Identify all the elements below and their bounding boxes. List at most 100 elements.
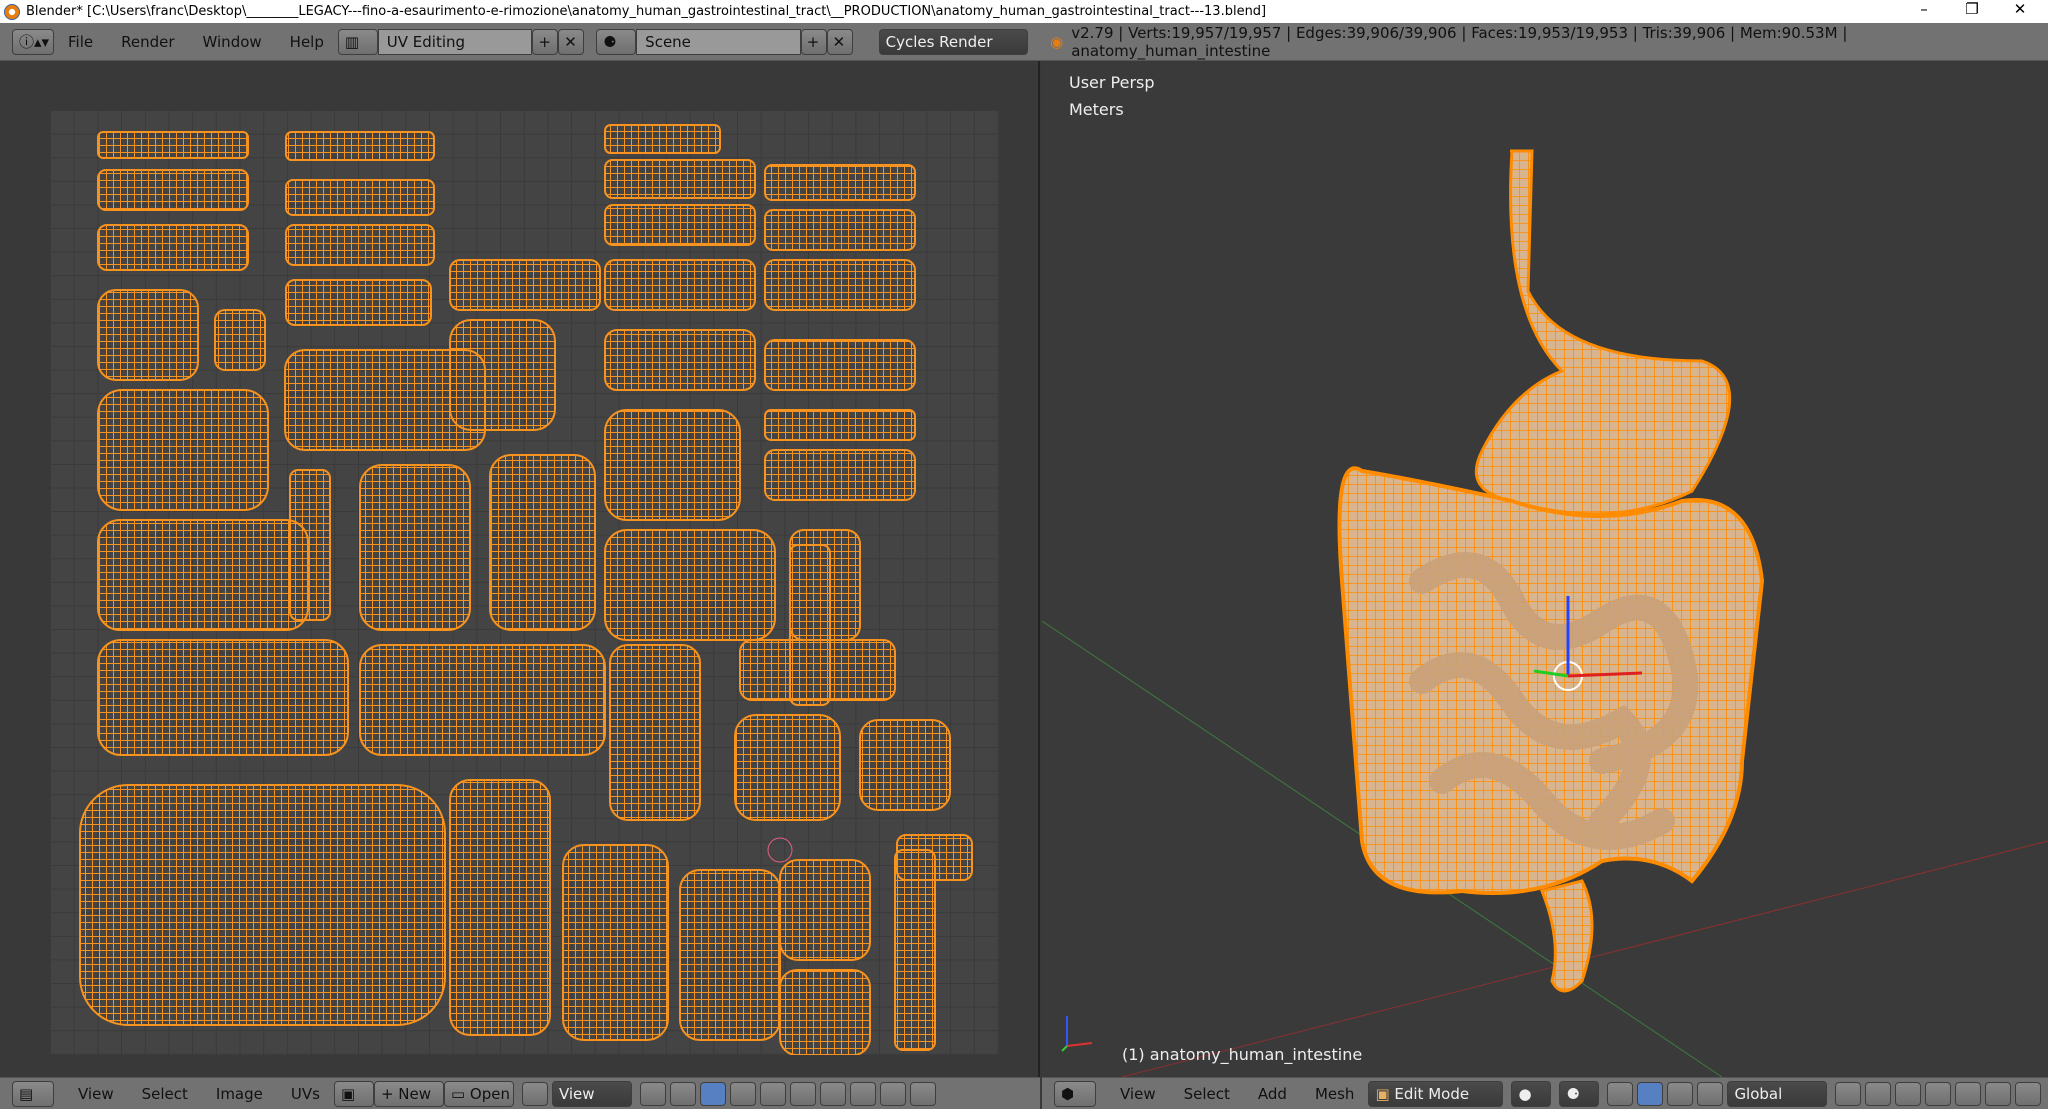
uv-island[interactable] [97, 389, 269, 511]
menu-select[interactable]: Select [1170, 1085, 1244, 1103]
menu-mesh[interactable]: Mesh [1301, 1085, 1369, 1103]
pin-icon[interactable] [521, 1081, 548, 1106]
uv-island[interactable] [604, 329, 756, 391]
shading-dropdown[interactable]: ● [1511, 1080, 1552, 1107]
uv-island[interactable] [604, 409, 741, 521]
pivot-point-dropdown[interactable]: ⚈ [1559, 1080, 1600, 1107]
uv-island[interactable] [449, 319, 556, 431]
menu-image[interactable]: Image [202, 1085, 277, 1103]
uv-island[interactable] [285, 224, 435, 266]
manipulator-toggle-icon[interactable] [1607, 1081, 1634, 1106]
limit-to-visible-icon[interactable] [1925, 1081, 1952, 1106]
uv-island[interactable] [764, 164, 916, 201]
intestine-mesh[interactable] [1337, 149, 1765, 993]
uv-island[interactable] [97, 639, 349, 756]
uv-island[interactable] [285, 279, 432, 326]
menu-select[interactable]: Select [128, 1085, 202, 1103]
uv-island[interactable] [734, 714, 841, 821]
uv-island[interactable] [604, 204, 756, 246]
uv-island[interactable] [679, 869, 781, 1041]
uv-island[interactable] [764, 409, 916, 441]
uv-island[interactable] [214, 309, 266, 371]
uv-island[interactable] [562, 844, 669, 1041]
add-scene-button[interactable]: + [800, 28, 827, 55]
scene-selector-button[interactable]: ⚈ [596, 28, 637, 55]
snap-icon[interactable] [1985, 1081, 2012, 1106]
uv-image-editor[interactable] [0, 61, 1040, 1077]
edge-select-icon[interactable] [1865, 1081, 1892, 1106]
island-select-icon[interactable] [789, 1081, 816, 1106]
uv-island[interactable] [604, 159, 756, 199]
mode-dropdown[interactable]: ▣ Edit Mode [1368, 1080, 1504, 1107]
uv-island[interactable] [896, 834, 973, 881]
menu-view[interactable]: View [64, 1085, 128, 1103]
proportional-edit-icon[interactable] [1955, 1081, 1982, 1106]
open-image-button[interactable]: ▭ Open [443, 1080, 514, 1107]
add-layout-button[interactable]: + [532, 28, 559, 55]
snap-element-icon[interactable] [2015, 1081, 2042, 1106]
menu-window[interactable]: Window [189, 33, 276, 51]
uv-island[interactable] [604, 529, 776, 641]
uv-island[interactable] [79, 784, 446, 1026]
pivot-icon[interactable] [639, 1081, 666, 1106]
menu-add[interactable]: Add [1244, 1085, 1301, 1103]
uv-island[interactable] [764, 339, 916, 391]
close-button[interactable]: ✕ [2000, 0, 2040, 18]
layout-selector-button[interactable]: ▥ [337, 28, 378, 55]
uv-island[interactable] [764, 449, 916, 501]
view-mode-dropdown[interactable]: View [551, 1080, 632, 1107]
remove-scene-button[interactable]: ✕ [826, 28, 853, 55]
translate-manipulator-icon[interactable] [1637, 1081, 1664, 1106]
menu-uvs[interactable]: UVs [277, 1085, 334, 1103]
sync-selection-icon[interactable] [669, 1081, 696, 1106]
uv-island[interactable] [604, 259, 756, 311]
3d-viewport[interactable]: User Persp Meters (1) anatomy_human_inte… [1042, 61, 2048, 1077]
vertex-select-icon[interactable] [699, 1081, 726, 1106]
uv-island[interactable] [359, 644, 606, 756]
editor-type-button[interactable]: ▤ [12, 1080, 54, 1107]
rotate-manipulator-icon[interactable] [1667, 1081, 1694, 1106]
menu-file[interactable]: File [54, 33, 107, 51]
uv-island[interactable] [764, 259, 916, 311]
menu-render[interactable]: Render [107, 33, 188, 51]
uv-island[interactable] [779, 859, 871, 961]
uv-island[interactable] [97, 131, 249, 159]
editor-type-info-button[interactable]: ⓘ▴▾ [12, 28, 54, 55]
menu-help[interactable]: Help [276, 33, 338, 51]
uv-islands[interactable] [50, 110, 999, 1056]
viewport-scene[interactable] [1042, 61, 2048, 1077]
snap-element-icon[interactable] [909, 1081, 936, 1106]
uv-island[interactable] [449, 259, 601, 311]
sticky-mode-icon[interactable] [819, 1081, 846, 1106]
uv-island[interactable] [779, 969, 871, 1056]
uv-island[interactable] [97, 289, 199, 381]
new-image-button[interactable]: + New [373, 1080, 444, 1107]
edge-select-icon[interactable] [729, 1081, 756, 1106]
face-select-icon[interactable] [759, 1081, 786, 1106]
uv-grid[interactable] [50, 110, 999, 1056]
menu-view[interactable]: View [1106, 1085, 1170, 1103]
2d-cursor-icon[interactable] [767, 837, 793, 863]
transform-orientation-dropdown[interactable]: Global [1727, 1080, 1828, 1107]
scene-field[interactable]: Scene [636, 28, 801, 55]
uv-island[interactable] [97, 519, 309, 631]
snap-icon[interactable] [879, 1081, 906, 1106]
uv-island[interactable] [764, 209, 916, 251]
browse-image-button[interactable]: ▣ [333, 1080, 374, 1107]
uv-island[interactable] [739, 639, 896, 701]
proportional-edit-icon[interactable] [849, 1081, 876, 1106]
uv-island[interactable] [489, 454, 596, 631]
uv-island[interactable] [609, 644, 701, 821]
vertex-select-icon[interactable] [1835, 1081, 1862, 1106]
uv-island[interactable] [97, 169, 249, 211]
remove-layout-button[interactable]: ✕ [558, 28, 585, 55]
uv-island[interactable] [285, 131, 435, 161]
uv-island[interactable] [604, 124, 721, 154]
editor-type-button[interactable]: ⬢ [1054, 1080, 1096, 1107]
uv-island[interactable] [359, 464, 471, 631]
uv-island[interactable] [859, 719, 951, 811]
uv-island[interactable] [449, 779, 551, 1036]
uv-island[interactable] [285, 179, 435, 216]
screen-layout-field[interactable]: UV Editing [377, 28, 533, 55]
render-engine-dropdown[interactable]: Cycles Render [878, 28, 1029, 55]
